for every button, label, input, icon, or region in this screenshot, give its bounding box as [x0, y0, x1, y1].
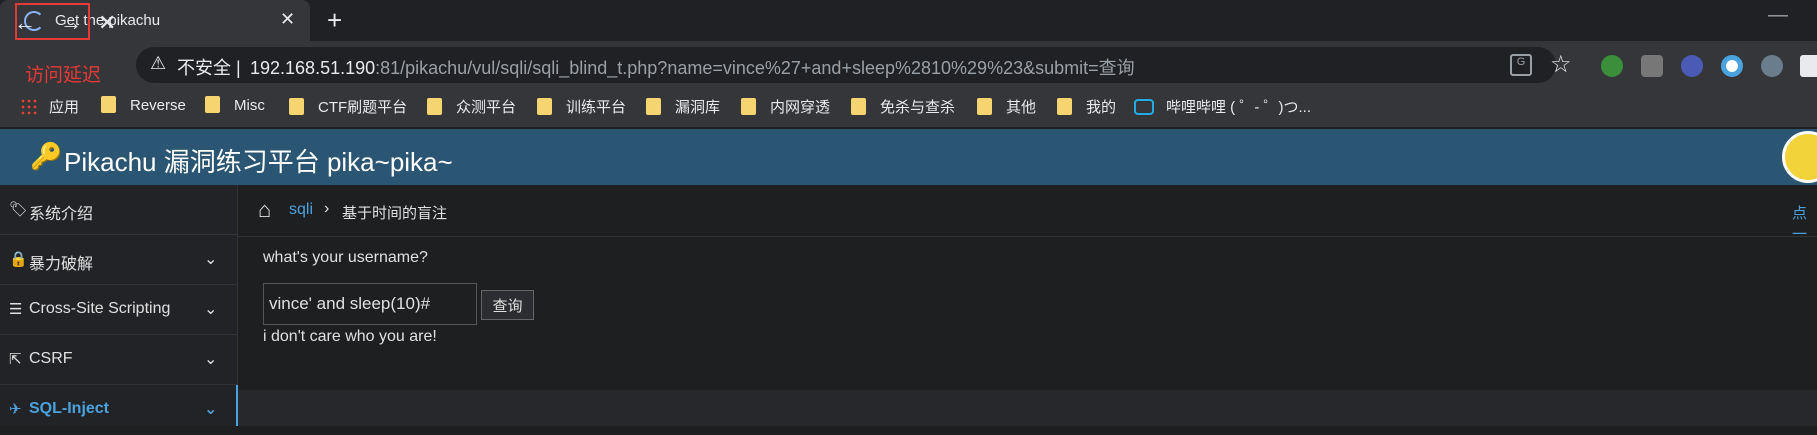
bookmark-label: 其他: [1006, 99, 1037, 116]
chevron-down-icon: ⌄: [204, 251, 218, 268]
security-status: 不安全 |: [177, 54, 241, 80]
bookmark-vulndb[interactable]: 漏洞库: [646, 96, 720, 120]
sidebar-item-label: CSRF: [29, 350, 73, 367]
bookmark-crowdtest[interactable]: 众测平台: [427, 96, 516, 120]
sidebar-item-sqli[interactable]: ✈ SQL-Inject ⌄: [0, 385, 238, 435]
annotation-box: [15, 3, 90, 40]
extension-gear-icon[interactable]: [1641, 55, 1663, 77]
stop-loading-button[interactable]: ✕: [98, 10, 116, 36]
sidebar-item-bruteforce[interactable]: 🔒 暴力破解 ⌄: [0, 235, 238, 285]
extension-php-icon[interactable]: [1681, 55, 1703, 77]
extension-owl-icon[interactable]: [1761, 55, 1783, 77]
bookmark-tunnel[interactable]: 内网穿透: [741, 96, 830, 120]
query-button[interactable]: 查询: [481, 290, 534, 320]
extension-circle-icon[interactable]: [1721, 55, 1743, 77]
bookmark-mine[interactable]: 我的: [1057, 96, 1116, 120]
sidebar-item-intro[interactable]: 🏷 系统介绍: [0, 185, 238, 235]
url-host: 192.168.51.190: [250, 58, 376, 78]
key-icon: 🔑: [30, 141, 63, 171]
translate-icon[interactable]: G: [1510, 54, 1532, 76]
folder-icon: [741, 98, 756, 115]
plane-icon: ✈: [9, 401, 22, 418]
bookmark-other[interactable]: 其他: [977, 96, 1036, 120]
bookmark-reverse[interactable]: Reverse: [101, 96, 186, 120]
chevron-down-icon: ⌄: [204, 301, 218, 318]
warning-icon[interactable]: ⚠: [150, 53, 166, 74]
sidebar-item-label: 暴力破解: [29, 256, 94, 273]
lock-icon: 🔒: [9, 251, 28, 268]
sidebar-item-label: Cross-Site Scripting: [29, 300, 171, 317]
bookmark-label: 应用: [49, 99, 80, 116]
bookmark-label: CTF刷题平台: [318, 99, 408, 116]
list-icon: ☰: [9, 301, 23, 318]
bookmark-av[interactable]: 免杀与查杀: [851, 96, 955, 120]
sidebar-item-csrf[interactable]: ⇱ CSRF ⌄: [0, 335, 238, 385]
new-tab-button[interactable]: +: [327, 5, 342, 36]
folder-icon: [646, 98, 661, 115]
bookmark-apps[interactable]: 应用: [20, 96, 79, 120]
extension-green-icon[interactable]: [1601, 55, 1623, 77]
bilibili-icon: [1134, 99, 1154, 115]
bookmark-label: 内网穿透: [770, 99, 831, 116]
breadcrumb-link-sqli[interactable]: sqli: [289, 201, 313, 219]
share-icon: ⇱: [9, 351, 22, 368]
username-input[interactable]: [263, 283, 477, 325]
breadcrumb-separator: ›: [324, 200, 330, 217]
delay-annotation: 访问延迟: [25, 65, 102, 86]
breadcrumb: [238, 185, 1817, 237]
security-label: 不安全: [177, 58, 231, 78]
bookmark-label: 哔哩哔哩 ( ゜- ゜)つ...: [1166, 99, 1311, 116]
home-icon[interactable]: ⌂: [258, 197, 271, 223]
apps-icon: [20, 98, 37, 115]
result-message: i don't care who you are!: [263, 328, 437, 345]
minimize-button[interactable]: —: [1768, 4, 1788, 27]
bookmark-label: 众测平台: [456, 99, 517, 116]
folder-icon: [101, 96, 116, 113]
url-path: :81/pikachu/vul/sqli/sqli_blind_t.php?na…: [375, 58, 1135, 78]
bookmark-label: 训练平台: [566, 99, 627, 116]
bookmark-label: Misc: [234, 97, 265, 114]
chevron-down-icon: ⌄: [204, 351, 218, 368]
folder-icon: [205, 96, 220, 113]
folder-icon: [537, 98, 552, 115]
extensions-puzzle-icon[interactable]: [1800, 55, 1817, 77]
bookmark-misc[interactable]: Misc: [205, 96, 265, 120]
chevron-down-icon: ⌄: [204, 401, 218, 418]
tab-close-icon[interactable]: ✕: [280, 9, 295, 30]
bookmark-ctf[interactable]: CTF刷题平台: [289, 96, 407, 120]
folder-icon: [289, 98, 304, 115]
site-title[interactable]: Pikachu 漏洞练习平台 pika~pika~: [64, 142, 453, 179]
bookmark-label: 我的: [1086, 99, 1117, 116]
bookmark-bilibili[interactable]: 哔哩哔哩 ( ゜- ゜)つ...: [1134, 96, 1311, 120]
sidebar-item-xss[interactable]: ☰ Cross-Site Scripting ⌄: [0, 285, 238, 335]
bookmark-label: 免杀与查杀: [880, 99, 956, 116]
content-footer: [238, 390, 1817, 426]
folder-icon: [851, 98, 866, 115]
tags-icon: 🏷: [9, 201, 29, 218]
bookmark-label: Reverse: [130, 97, 186, 114]
url-text[interactable]: 192.168.51.190:81/pikachu/vul/sqli/sqli_…: [250, 54, 1135, 80]
address-separator: |: [236, 58, 241, 78]
sidebar-item-label: SQL-Inject: [29, 400, 110, 417]
folder-icon: [977, 98, 992, 115]
username-prompt: what's your username?: [263, 249, 428, 266]
bookmark-star-icon[interactable]: ☆: [1550, 50, 1572, 79]
folder-icon: [427, 98, 442, 115]
breadcrumb-current: 基于时间的盲注: [342, 205, 448, 222]
sidebar-item-label: 系统介绍: [29, 206, 94, 223]
bookmark-training[interactable]: 训练平台: [537, 96, 626, 120]
bookmark-label: 漏洞库: [675, 99, 721, 116]
folder-icon: [1057, 98, 1072, 115]
